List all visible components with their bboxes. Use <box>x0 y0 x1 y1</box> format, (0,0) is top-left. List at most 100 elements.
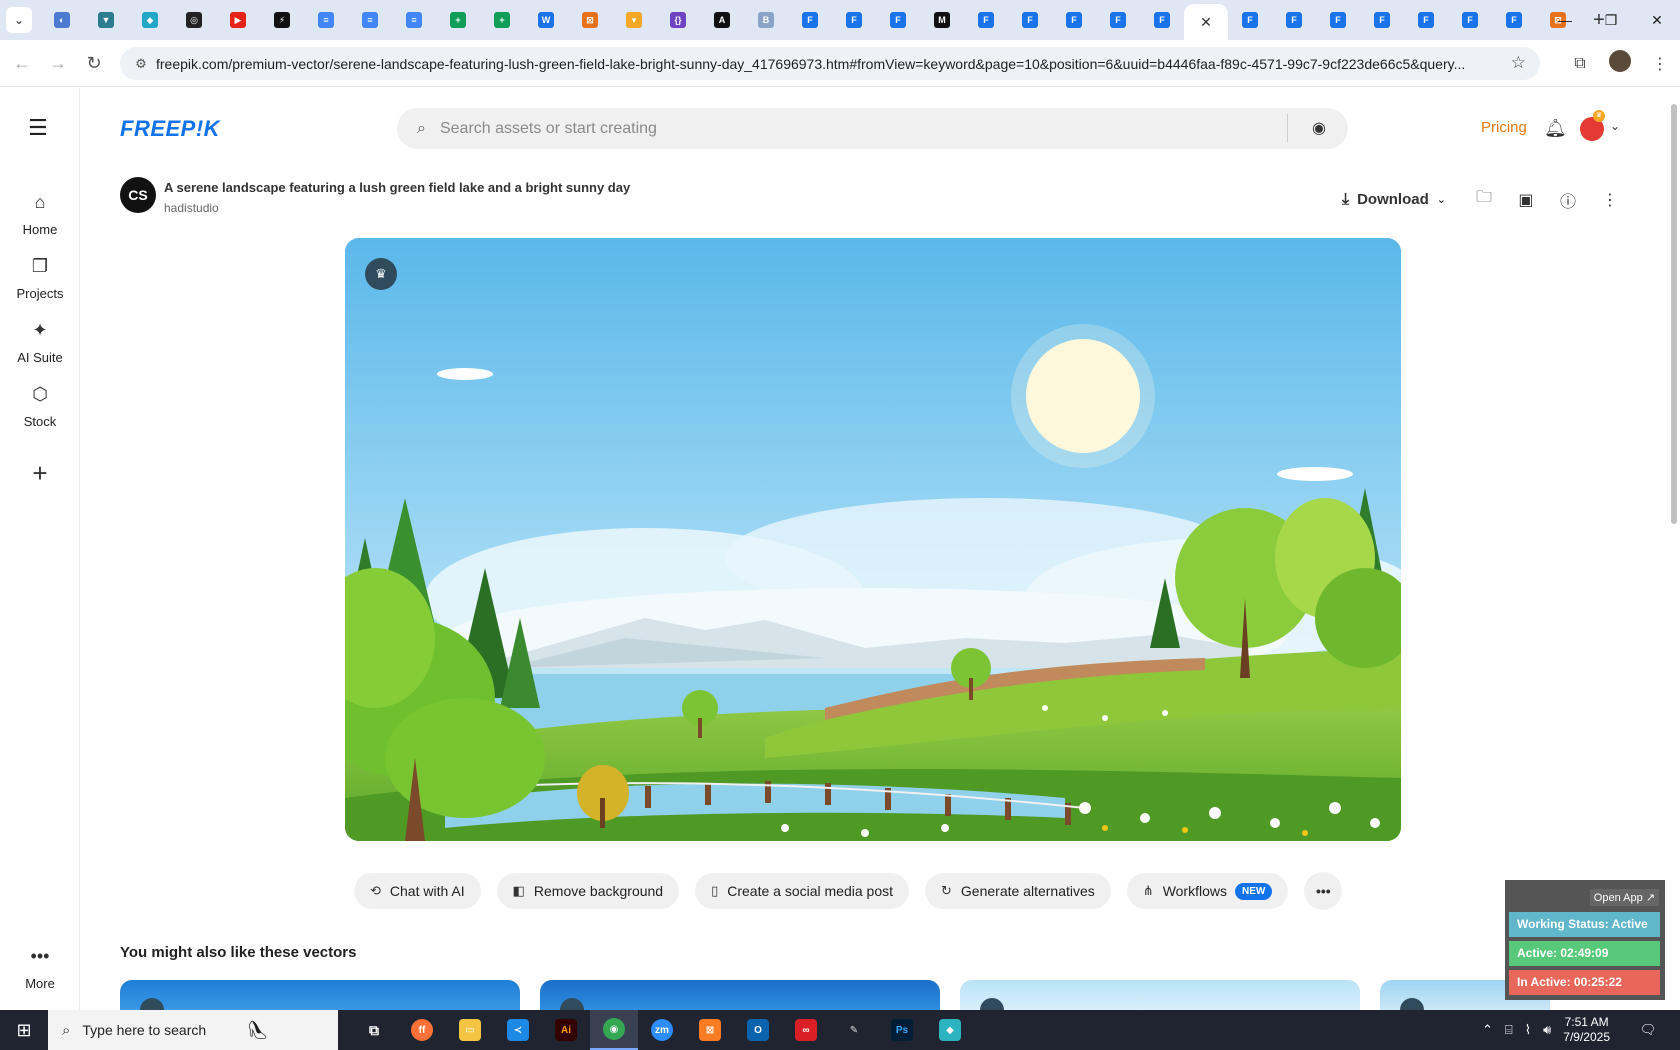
more-options-icon[interactable]: ⋮ <box>1590 190 1630 210</box>
chevron-down-icon[interactable]: ⌄ <box>1610 119 1620 133</box>
camera-icon[interactable]: ◉ <box>1312 118 1326 138</box>
site-settings-icon[interactable]: ⚙ <box>126 56 156 72</box>
task-view-icon[interactable]: ⧉ <box>350 1010 398 1050</box>
browser-tab[interactable]: M <box>920 0 964 40</box>
taskbar-search[interactable]: ⌕ Type here to search 👠︎ <box>48 1010 338 1050</box>
browser-tab[interactable]: + <box>480 0 524 40</box>
add-button[interactable]: + <box>20 453 60 493</box>
zoom-icon[interactable]: zm <box>638 1010 686 1050</box>
browser-tab[interactable]: F <box>1008 0 1052 40</box>
browser-tab[interactable]: F <box>1272 0 1316 40</box>
extensions-icon[interactable]: ⧉ <box>1560 55 1600 73</box>
related-thumbnail[interactable] <box>960 980 1360 1010</box>
pen-tool-icon[interactable]: ✎ <box>830 1010 878 1050</box>
browser-tab[interactable]: ▼ <box>84 0 128 40</box>
tab-search-button[interactable]: ⌄ <box>6 7 32 33</box>
back-icon[interactable]: ← <box>4 45 40 81</box>
url-text[interactable]: freepik.com/premium-vector/serene-landsc… <box>156 56 1496 72</box>
forward-icon[interactable]: → <box>40 45 76 81</box>
scrollbar-thumb[interactable] <box>1671 104 1677 524</box>
firefox-icon[interactable]: ff <box>398 1010 446 1050</box>
social-media-post-button[interactable]: ▯ Create a social media post <box>695 873 910 909</box>
download-button[interactable]: ⤓ Download ⌄ <box>1342 191 1446 209</box>
browser-tab[interactable]: ≡ <box>304 0 348 40</box>
browser-tab[interactable]: F <box>1404 0 1448 40</box>
sidebar-item-projects[interactable]: ❐ Projects <box>0 256 80 301</box>
search-input[interactable] <box>439 119 1240 138</box>
save-to-folder-icon[interactable]: 🗀︎ <box>1464 186 1504 213</box>
freepik-logo[interactable]: FREEP!K <box>120 116 220 142</box>
browser-tab[interactable]: B <box>744 0 788 40</box>
browser-tab[interactable]: ◎ <box>172 0 216 40</box>
creative-cloud-icon[interactable]: ∞ <box>782 1010 830 1050</box>
workflows-button[interactable]: ⋔ Workflows NEW <box>1126 873 1289 909</box>
browser-tab[interactable]: ≡ <box>392 0 436 40</box>
browser-tab[interactable]: W <box>524 0 568 40</box>
browser-tab[interactable]: F <box>1360 0 1404 40</box>
collection-icon[interactable]: ▣ <box>1506 190 1546 210</box>
browser-menu-icon[interactable]: ⋮ <box>1640 54 1680 74</box>
browser-tab[interactable]: F <box>964 0 1008 40</box>
related-thumbnail[interactable] <box>540 980 940 1010</box>
browser-tab[interactable]: ▾ <box>612 0 656 40</box>
related-thumbnail[interactable] <box>120 980 520 1010</box>
network-icon[interactable]: ⌸ <box>1505 1022 1513 1038</box>
generate-alternatives-button[interactable]: ↻ Generate alternatives <box>925 873 1111 909</box>
vscode-icon[interactable]: ≺ <box>494 1010 542 1050</box>
chat-with-ai-button[interactable]: ⟲ Chat with AI <box>354 873 481 909</box>
author-name[interactable]: hadistudio <box>164 201 219 215</box>
url-bar[interactable]: ⚙ freepik.com/premium-vector/serene-land… <box>120 47 1540 80</box>
browser-tab[interactable]: F <box>1448 0 1492 40</box>
browser-tab[interactable]: F <box>1096 0 1140 40</box>
open-app-button[interactable]: Open App ↗ <box>1589 889 1659 906</box>
browser-tab[interactable]: ⚡ <box>260 0 304 40</box>
browser-tab[interactable]: A <box>700 0 744 40</box>
author-avatar[interactable]: CS <box>120 177 156 213</box>
browser-tab[interactable]: + <box>436 0 480 40</box>
browser-tab[interactable]: F <box>1052 0 1096 40</box>
info-icon[interactable]: ⓘ <box>1548 188 1588 212</box>
outlook-icon[interactable]: O <box>734 1010 782 1050</box>
close-window-icon[interactable]: ✕ <box>1634 0 1680 40</box>
preview-image[interactable]: ♛ <box>345 238 1401 841</box>
wifi-icon[interactable]: ⌇ <box>1525 1022 1531 1038</box>
bell-icon[interactable]: 🔔︎ <box>1544 118 1567 139</box>
browser-tab[interactable]: ⊠ <box>568 0 612 40</box>
sidebar-item-ai-suite[interactable]: ✦ AI Suite <box>0 320 80 365</box>
browser-tab[interactable]: ◐ <box>40 0 84 40</box>
page-scrollbar[interactable] <box>1668 90 1678 1010</box>
xampp-icon[interactable]: ⊠ <box>686 1010 734 1050</box>
close-tab-icon[interactable]: ✕ <box>1200 14 1212 31</box>
reload-icon[interactable]: ↻ <box>76 45 112 81</box>
browser-tab[interactable]: F <box>1228 0 1272 40</box>
browser-tab-active[interactable]: ✕ <box>1184 4 1228 40</box>
notifications-icon[interactable]: 🗨︎ <box>1628 1022 1668 1038</box>
file-explorer-icon[interactable]: ▭ <box>446 1010 494 1050</box>
chrome-icon[interactable]: ◉ <box>590 1010 638 1050</box>
sidebar-item-stock[interactable]: ⬡ Stock <box>0 384 80 429</box>
browser-tab[interactable]: F <box>788 0 832 40</box>
browser-tab[interactable]: F <box>1492 0 1536 40</box>
browser-tab[interactable]: ▶ <box>216 0 260 40</box>
restore-icon[interactable]: ❐ <box>1588 0 1634 40</box>
profile-icon[interactable] <box>1600 50 1640 77</box>
browser-tab[interactable]: F <box>876 0 920 40</box>
bookmark-star-icon[interactable]: ☆ <box>1511 53 1526 73</box>
sidebar-item-more[interactable]: ••• More <box>0 946 80 991</box>
remove-background-button[interactable]: ◧ Remove background <box>496 873 680 909</box>
illustrator-icon[interactable]: Ai <box>542 1010 590 1050</box>
browser-tab[interactable]: ◆ <box>128 0 172 40</box>
browser-tab[interactable]: F <box>832 0 876 40</box>
clock[interactable]: 7:51 AM 7/9/2025 <box>1563 1015 1610 1045</box>
sidebar-item-home[interactable]: ⌂ Home <box>0 192 80 237</box>
browser-tab[interactable]: F <box>1140 0 1184 40</box>
app-diamond-icon[interactable]: ◆ <box>926 1010 974 1050</box>
browser-tab[interactable]: F <box>1316 0 1360 40</box>
photoshop-icon[interactable]: Ps <box>878 1010 926 1050</box>
volume-icon[interactable]: 🔊︎ <box>1543 1022 1551 1038</box>
windows-start-icon[interactable]: ⊞ <box>0 1010 48 1050</box>
chevron-up-icon[interactable]: ⌃ <box>1482 1022 1493 1038</box>
more-actions-button[interactable]: ••• <box>1304 872 1343 910</box>
hamburger-menu-icon[interactable]: ☰ <box>28 115 48 141</box>
browser-tab[interactable]: {} <box>656 0 700 40</box>
